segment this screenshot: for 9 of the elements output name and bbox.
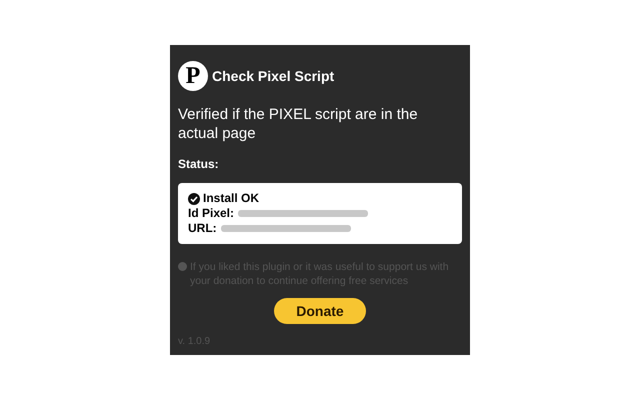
field-label: URL:	[188, 221, 217, 236]
status-label: Status:	[178, 156, 220, 173]
field-label: Id Pixel:	[188, 206, 234, 221]
logo-icon: P	[178, 61, 208, 91]
status-result: Install OK	[203, 191, 260, 206]
donate-button[interactable]: Donate	[274, 298, 366, 324]
info-icon	[178, 262, 187, 271]
app-title: Check Pixel Script	[212, 66, 334, 86]
description: Verified if the PIXEL script are in the actual page	[178, 105, 419, 143]
